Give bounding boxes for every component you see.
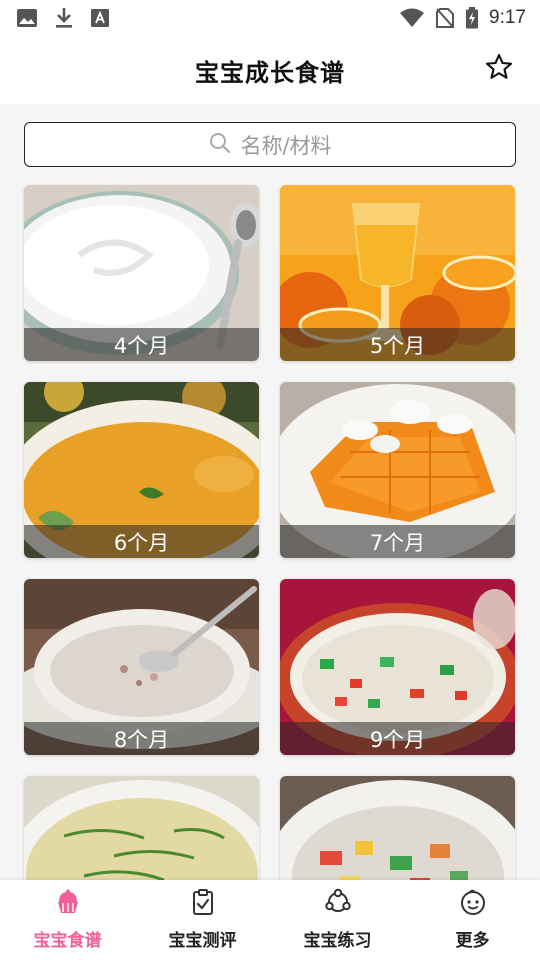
recipe-grid: 4个月 5个月 6个月 7个月 8个月 9个月: [0, 0, 540, 960]
recipe-card-5-months[interactable]: 5个月: [280, 185, 515, 361]
orbit-icon: [324, 888, 352, 920]
recipe-card-8-months[interactable]: 8个月: [24, 579, 259, 755]
recipe-card-label: 7个月: [280, 525, 515, 558]
recipe-card-label: 5个月: [280, 328, 515, 361]
recipe-card-6-months[interactable]: 6个月: [24, 382, 259, 558]
nav-label: 宝宝测评: [168, 931, 237, 951]
nav-tab-baby-practice[interactable]: 宝宝练习: [270, 880, 405, 960]
cupcake-icon: [54, 888, 82, 920]
nav-tab-baby-recipes[interactable]: 宝宝食谱: [0, 880, 135, 960]
recipe-card-label: 9个月: [280, 722, 515, 755]
recipe-card-label: 4个月: [24, 328, 259, 361]
recipe-card-7-months[interactable]: 7个月: [280, 382, 515, 558]
clipboard-check-icon: [189, 888, 217, 920]
nav-tab-more[interactable]: 更多: [405, 880, 540, 960]
nav-label: 宝宝练习: [303, 931, 372, 951]
recipe-card-9-months[interactable]: 9个月: [280, 579, 515, 755]
nav-label: 更多: [455, 931, 490, 951]
recipe-card-label: 6个月: [24, 525, 259, 558]
bottom-navigation: 宝宝食谱 宝宝测评 宝宝练习 更多: [0, 880, 540, 960]
recipe-card-label: 8个月: [24, 722, 259, 755]
baby-face-icon: [459, 888, 487, 920]
nav-label: 宝宝食谱: [33, 931, 102, 951]
recipe-card-4-months[interactable]: 4个月: [24, 185, 259, 361]
nav-tab-baby-assessment[interactable]: 宝宝测评: [135, 880, 270, 960]
